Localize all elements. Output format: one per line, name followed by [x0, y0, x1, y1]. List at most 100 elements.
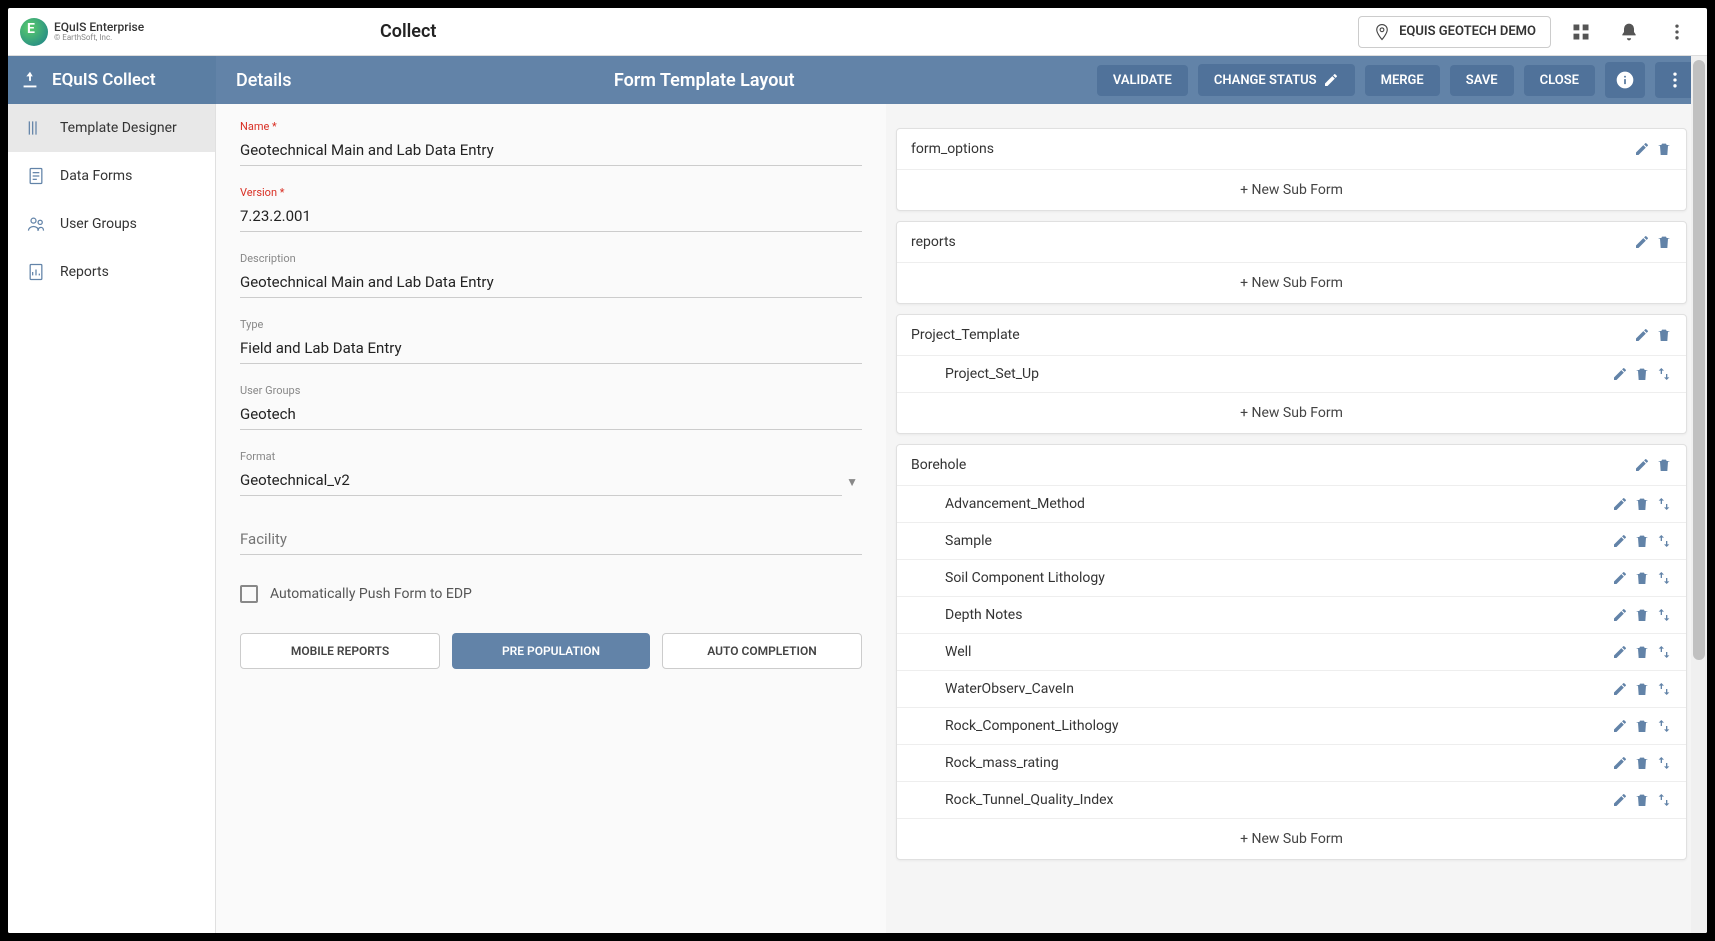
- sidebar-item-reports[interactable]: Reports: [8, 248, 215, 296]
- more-menu-button[interactable]: [1659, 14, 1695, 50]
- delete-icon[interactable]: [1634, 496, 1650, 512]
- delete-icon[interactable]: [1634, 533, 1650, 549]
- checkbox-icon[interactable]: [240, 585, 258, 603]
- edit-icon[interactable]: [1612, 570, 1628, 586]
- delete-icon[interactable]: [1656, 457, 1672, 473]
- mobile-reports-button[interactable]: MOBILE REPORTS: [240, 633, 440, 669]
- version-label: Version *: [240, 186, 862, 199]
- reorder-icon[interactable]: [1656, 570, 1672, 586]
- sub-header-app[interactable]: EQuIS Collect: [8, 56, 216, 104]
- tree-card-header[interactable]: Project_Template: [897, 315, 1686, 355]
- facility-input[interactable]: [240, 526, 862, 555]
- tree-sub-title: Rock_Component_Lithology: [945, 718, 1612, 734]
- edit-icon[interactable]: [1634, 327, 1650, 343]
- delete-icon[interactable]: [1634, 755, 1650, 771]
- scrollbar-thumb[interactable]: [1693, 60, 1705, 660]
- edit-icon[interactable]: [1612, 607, 1628, 623]
- edit-icon[interactable]: [1612, 718, 1628, 734]
- tree-sub-row[interactable]: Well: [897, 633, 1686, 670]
- dashboard-icon-button[interactable]: [1563, 14, 1599, 50]
- delete-icon[interactable]: [1634, 644, 1650, 660]
- reorder-icon[interactable]: [1656, 755, 1672, 771]
- name-input[interactable]: [240, 137, 862, 166]
- sidebar-item-label: Reports: [60, 264, 109, 280]
- new-sub-form-button[interactable]: + New Sub Form: [897, 392, 1686, 433]
- close-button[interactable]: CLOSE: [1524, 65, 1595, 96]
- format-select[interactable]: ▼: [240, 467, 862, 496]
- tree-card-header[interactable]: reports: [897, 222, 1686, 262]
- change-status-label: CHANGE STATUS: [1214, 73, 1317, 88]
- user-groups-input[interactable]: [240, 401, 862, 430]
- description-input[interactable]: [240, 269, 862, 298]
- auto-completion-button[interactable]: AUTO COMPLETION: [662, 633, 862, 669]
- reorder-icon[interactable]: [1656, 644, 1672, 660]
- reorder-icon[interactable]: [1656, 366, 1672, 382]
- info-button[interactable]: [1605, 62, 1645, 98]
- tree-sub-row[interactable]: Advancement_Method: [897, 485, 1686, 522]
- pre-population-button[interactable]: PRE POPULATION: [452, 633, 650, 669]
- tree-sub-row[interactable]: Rock_Tunnel_Quality_Index: [897, 781, 1686, 818]
- tree-sub-row[interactable]: Depth Notes: [897, 596, 1686, 633]
- edit-icon[interactable]: [1634, 141, 1650, 157]
- reorder-icon[interactable]: [1656, 607, 1672, 623]
- delete-icon[interactable]: [1656, 141, 1672, 157]
- tree-sub-row[interactable]: WaterObserv_CaveIn: [897, 670, 1686, 707]
- tree-card-title: form_options: [911, 141, 1634, 157]
- location-button[interactable]: EQUIS GEOTECH DEMO: [1358, 16, 1551, 48]
- sidebar-item-user-groups[interactable]: User Groups: [8, 200, 215, 248]
- merge-button[interactable]: MERGE: [1365, 65, 1440, 96]
- new-sub-form-button[interactable]: + New Sub Form: [897, 818, 1686, 859]
- tree-sub-row[interactable]: Rock_mass_rating: [897, 744, 1686, 781]
- delete-icon[interactable]: [1634, 366, 1650, 382]
- type-input[interactable]: [240, 335, 862, 364]
- edit-icon[interactable]: [1634, 234, 1650, 250]
- reorder-icon[interactable]: [1656, 792, 1672, 808]
- validate-button[interactable]: VALIDATE: [1097, 65, 1188, 96]
- delete-icon[interactable]: [1634, 681, 1650, 697]
- reorder-icon[interactable]: [1656, 496, 1672, 512]
- change-status-button[interactable]: CHANGE STATUS: [1198, 64, 1355, 96]
- tree-sub-row[interactable]: Sample: [897, 522, 1686, 559]
- tree-card-header[interactable]: Borehole: [897, 445, 1686, 485]
- reorder-icon[interactable]: [1656, 681, 1672, 697]
- format-value[interactable]: [240, 467, 842, 496]
- delete-icon[interactable]: [1656, 327, 1672, 343]
- tree-card-title: reports: [911, 234, 1634, 250]
- tree-sub-row[interactable]: Project_Set_Up: [897, 355, 1686, 392]
- tree-card-header[interactable]: form_options: [897, 129, 1686, 169]
- logo-block[interactable]: EQuIS Enterprise © EarthSoft, Inc.: [20, 18, 200, 46]
- sub-more-button[interactable]: [1655, 62, 1695, 98]
- tree-card: Project_TemplateProject_Set_Up+ New Sub …: [896, 314, 1687, 434]
- new-sub-form-button[interactable]: + New Sub Form: [897, 262, 1686, 303]
- auto-push-label: Automatically Push Form to EDP: [270, 586, 472, 602]
- auto-push-checkbox-row[interactable]: Automatically Push Form to EDP: [240, 585, 862, 603]
- version-input[interactable]: [240, 203, 862, 232]
- edit-icon[interactable]: [1612, 366, 1628, 382]
- sidebar-item-data-forms[interactable]: Data Forms: [8, 152, 215, 200]
- delete-icon[interactable]: [1634, 607, 1650, 623]
- sidebar-item-template-designer[interactable]: Template Designer: [8, 104, 215, 152]
- delete-icon[interactable]: [1634, 718, 1650, 734]
- description-label: Description: [240, 252, 862, 265]
- save-button[interactable]: SAVE: [1450, 65, 1514, 96]
- edit-icon[interactable]: [1612, 681, 1628, 697]
- reorder-icon[interactable]: [1656, 718, 1672, 734]
- kebab-icon: [1665, 70, 1685, 90]
- edit-icon[interactable]: [1612, 533, 1628, 549]
- tree-sub-row[interactable]: Soil Component Lithology: [897, 559, 1686, 596]
- delete-icon[interactable]: [1656, 234, 1672, 250]
- app-logo-icon: [20, 18, 48, 46]
- tree-sub-row[interactable]: Rock_Component_Lithology: [897, 707, 1686, 744]
- delete-icon[interactable]: [1634, 792, 1650, 808]
- edit-icon[interactable]: [1634, 457, 1650, 473]
- edit-icon[interactable]: [1612, 755, 1628, 771]
- reorder-icon[interactable]: [1656, 533, 1672, 549]
- scrollbar[interactable]: [1691, 56, 1707, 933]
- edit-icon[interactable]: [1612, 644, 1628, 660]
- edit-icon[interactable]: [1612, 496, 1628, 512]
- notifications-button[interactable]: [1611, 14, 1647, 50]
- new-sub-form-button[interactable]: + New Sub Form: [897, 169, 1686, 210]
- sub-app-title: EQuIS Collect: [52, 70, 156, 90]
- delete-icon[interactable]: [1634, 570, 1650, 586]
- edit-icon[interactable]: [1612, 792, 1628, 808]
